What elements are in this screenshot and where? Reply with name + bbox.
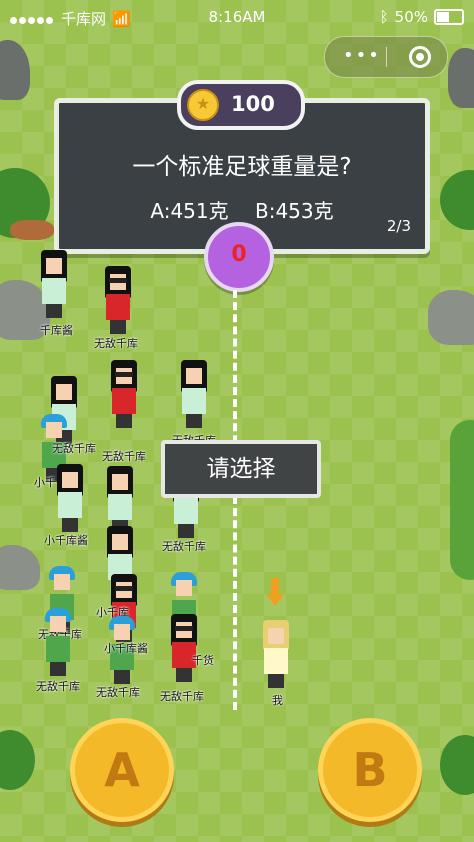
option-a-text: A:451克 <box>150 199 229 223</box>
arrow-down-icon <box>266 578 284 608</box>
player-label: 小千库酱 <box>44 534 88 547</box>
player-sprite <box>100 266 136 336</box>
player-me-label: 我 <box>272 694 283 707</box>
question-progress: 2/3 <box>386 217 411 235</box>
player-label: 无敌千库 <box>52 442 96 455</box>
player-label: 小千库酱 <box>104 642 148 655</box>
player-label: 无敌千库 <box>36 680 80 693</box>
tree-bottom-right <box>440 735 474 795</box>
rock-top-left <box>0 40 30 100</box>
player-sprite <box>106 360 148 444</box>
player-label: 无敌千库 <box>102 450 146 463</box>
game-screen: 千库网 📶 8:16AM ᛒ 50% ••• 一个标准足球重量是? A:451克… <box>0 0 474 842</box>
player-sprite <box>36 250 72 320</box>
target-icon[interactable] <box>409 46 431 68</box>
answer-a-button[interactable]: A <box>70 718 174 822</box>
player-me-sprite <box>258 620 294 690</box>
option-b-text: B:453克 <box>254 199 334 223</box>
rock-right <box>428 290 474 345</box>
tree-bottom-left <box>0 730 35 790</box>
answer-b-button[interactable]: B <box>318 718 422 822</box>
question-text: 一个标准足球重量是? <box>132 154 352 180</box>
timer-value: 0 <box>231 242 247 267</box>
coin-counter: 100 <box>177 80 305 130</box>
player-sprite <box>176 360 212 430</box>
coin-count: 100 <box>231 92 275 116</box>
player-label: 千货 <box>192 654 214 667</box>
player-label: 无敌千库 <box>94 337 138 350</box>
choose-prompt: 请选择 <box>161 440 321 498</box>
rock-top-right <box>448 48 474 108</box>
miniprogram-capsule: ••• <box>324 36 448 78</box>
answer-options: A:451克 B:453克 <box>59 195 425 224</box>
player-sprite <box>166 614 202 684</box>
coin-icon <box>187 89 219 121</box>
rock-left-bottom <box>0 545 40 590</box>
battery-icon <box>434 9 464 25</box>
bush-right <box>440 170 474 230</box>
player-sprite <box>52 464 88 534</box>
bluetooth-icon: ᛒ <box>379 8 389 26</box>
dirt-left <box>10 220 54 240</box>
battery-percent: 50% <box>394 8 428 26</box>
player-label: 无敌千库 <box>160 690 204 703</box>
more-dots-icon[interactable]: ••• <box>343 47 381 65</box>
player-sprite <box>40 608 76 678</box>
player-label: 千库酱 <box>40 324 73 337</box>
status-bar: 千库网 📶 8:16AM ᛒ 50% <box>0 0 474 34</box>
player-label: 无敌千库 <box>162 540 206 553</box>
divider-line <box>233 290 237 710</box>
player-label: 无敌千库 <box>96 686 140 699</box>
capsule-divider <box>386 47 387 67</box>
countdown-timer: 0 <box>204 222 274 292</box>
bamboo-right <box>450 420 474 580</box>
